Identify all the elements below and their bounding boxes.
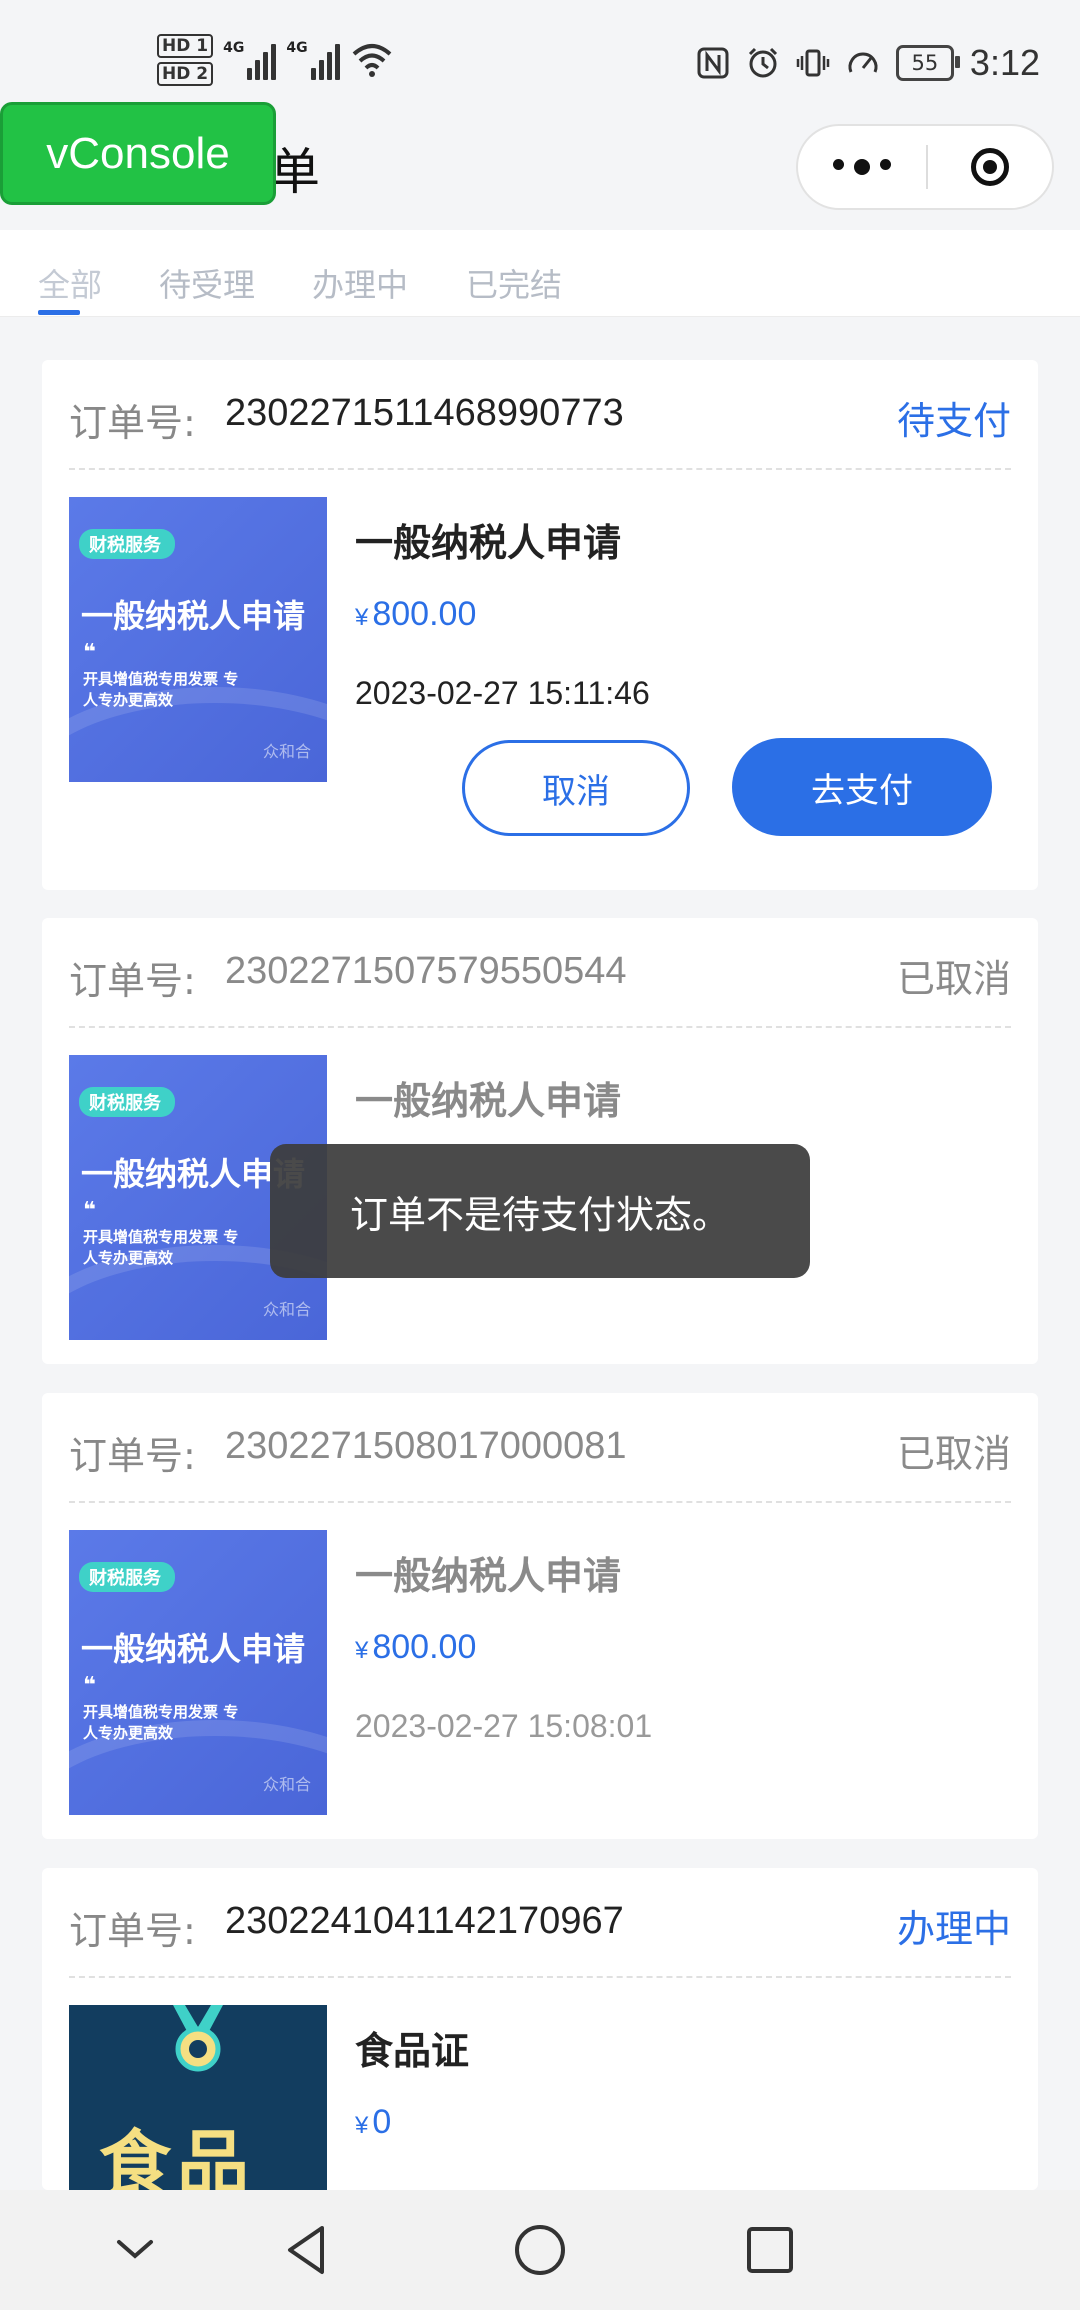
brand-logo: 众和合 (262, 1775, 311, 1794)
signal-icon: 4G (223, 40, 277, 80)
currency-symbol: ¥ (355, 1637, 369, 1664)
price-value: 0 (372, 2103, 392, 2141)
miniprogram-capsule (796, 124, 1054, 210)
order-number-label: 订单号: (69, 401, 196, 445)
order-time: 2023-02-27 15:11:46 (355, 675, 650, 711)
pay-button[interactable]: 去支付 (732, 738, 992, 836)
vibrate-icon (796, 49, 830, 76)
order-number: 2302271511468990773 (225, 392, 624, 434)
vconsole-button[interactable]: vConsole (0, 102, 276, 205)
brand-logo: 众和合 (262, 742, 311, 761)
product-thumbnail: 财税服务 一般纳税人申请 ❝ 开具增值税专用发票 专人专办更高效 众和合 (69, 497, 327, 782)
order-header: 订单号: 2302271508017000081 已取消 (69, 1393, 1011, 1503)
currency-symbol: ¥ (355, 2112, 369, 2139)
home-icon[interactable] (510, 2220, 570, 2280)
order-number-label: 订单号: (69, 1909, 196, 1953)
brand-logo: 众和合 (262, 1300, 311, 1319)
more-button[interactable] (798, 159, 926, 175)
recents-icon[interactable] (740, 2220, 800, 2280)
close-miniprogram-button[interactable] (928, 148, 1052, 186)
product-price: ¥800.00 (355, 1628, 476, 1667)
product-thumbnail: 食品 (69, 2005, 327, 2190)
battery-icon: 55 (895, 44, 960, 81)
thumb-desc: 开具增值税专用发票 专人专办更高效 (83, 670, 239, 709)
tab-processing[interactable]: 办理中 (312, 260, 408, 306)
product-price: ¥0 (355, 2103, 391, 2142)
order-card[interactable]: 订单号: 2302241041142170967 办理中 食品 食品证 ¥0 (42, 1868, 1038, 2190)
order-status: 待支付 (896, 399, 1011, 443)
price-value: 800.00 (372, 1628, 477, 1666)
tab-completed[interactable]: 已完结 (466, 260, 562, 306)
tab-pending[interactable]: 待受理 (159, 260, 255, 306)
medal-icon (173, 2005, 223, 2072)
order-status: 办理中 (896, 1907, 1011, 1951)
quote-icon: ❝ (83, 1198, 96, 1223)
product-name: 一般纳税人申请 (355, 1554, 622, 1598)
order-card[interactable]: 订单号: 2302271511468990773 待支付 财税服务 一般纳税人申… (42, 360, 1038, 890)
order-time: 2023-02-27 15:08:01 (355, 1708, 653, 1744)
price-value: 800.00 (372, 595, 477, 633)
toast-message: 订单不是待支付状态。 (270, 1144, 810, 1278)
product-name: 一般纳税人申请 (355, 1079, 622, 1123)
hd-indicators: HD 1 HD 2 (157, 34, 214, 86)
clock: 3:12 (969, 41, 1040, 83)
thumb-title: 一般纳税人申请 (81, 597, 306, 635)
active-tab-indicator (38, 310, 80, 315)
order-number: 2302241041142170967 (225, 1900, 624, 1942)
tab-all[interactable]: 全部 (38, 260, 102, 306)
order-number: 2302271508017000081 (225, 1425, 627, 1467)
alarm-icon (748, 47, 777, 77)
signal-icon: 4G (286, 40, 340, 80)
speed-icon (848, 52, 878, 73)
hd2-badge: HD 2 (157, 62, 214, 86)
quote-icon: ❝ (83, 640, 96, 665)
thumb-tag: 财税服务 (79, 1562, 175, 1592)
order-card[interactable]: 订单号: 2302271508017000081 已取消 财税服务 一般纳税人申… (42, 1393, 1038, 1839)
cancel-button[interactable]: 取消 (462, 740, 690, 836)
thumb-tag: 财税服务 (79, 529, 175, 559)
wifi-icon (352, 44, 391, 77)
thumb-title: 食品 (99, 2122, 256, 2190)
status-bar-right: 55 3:12 (696, 40, 1040, 85)
order-header: 订单号: 2302271511468990773 待支付 (69, 360, 1011, 470)
network-type-label: 4G (286, 40, 308, 56)
nfc-icon (697, 47, 729, 78)
thumb-title: 一般纳税人申请 (81, 1630, 306, 1668)
chevron-down-icon[interactable] (105, 2220, 165, 2280)
page-title: 单 (270, 143, 320, 201)
currency-symbol: ¥ (355, 604, 369, 631)
quote-icon: ❝ (83, 1673, 96, 1698)
product-name: 一般纳税人申请 (355, 521, 622, 565)
thumb-desc: 开具增值税专用发票 专人专办更高效 (83, 1228, 239, 1267)
order-number-label: 订单号: (69, 959, 196, 1003)
back-icon[interactable] (278, 2220, 338, 2280)
target-icon (971, 148, 1009, 186)
status-bar-left: HD 1 HD 2 4G 4G (157, 30, 394, 90)
product-thumbnail: 财税服务 一般纳税人申请 ❝ 开具增值税专用发票 专人专办更高效 众和合 (69, 1530, 327, 1815)
order-number-label: 订单号: (69, 1434, 196, 1478)
order-card[interactable]: 订单号: 2302271507579550544 已取消 财税服务 一般纳税人申… (42, 918, 1038, 1364)
hd1-badge: HD 1 (157, 34, 214, 58)
product-name: 食品证 (355, 2029, 470, 2073)
order-tabs: 全部 待受理 办理中 已完结 (0, 230, 1080, 317)
product-price: ¥800.00 (355, 595, 476, 634)
network-type-label: 4G (223, 40, 245, 56)
order-header: 订单号: 2302271507579550544 已取消 (69, 918, 1011, 1028)
system-nav-bar (0, 2190, 1080, 2310)
order-header: 订单号: 2302241041142170967 办理中 (69, 1868, 1011, 1978)
order-status: 已取消 (896, 1432, 1011, 1476)
order-number: 2302271507579550544 (225, 950, 627, 992)
thumb-tag: 财税服务 (79, 1087, 175, 1117)
order-status: 已取消 (896, 957, 1011, 1001)
thumb-desc: 开具增值税专用发票 专人专办更高效 (83, 1703, 239, 1742)
